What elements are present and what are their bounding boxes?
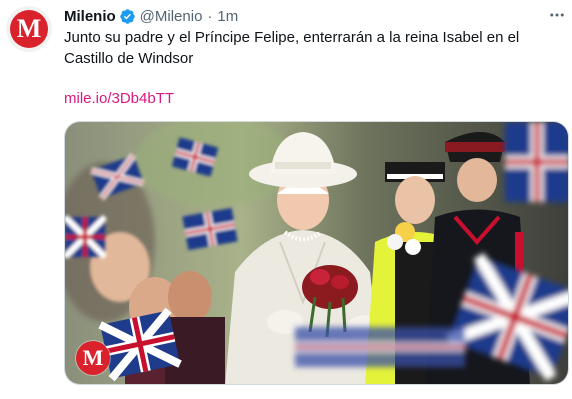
tweet-timestamp[interactable]: 1m — [217, 8, 238, 25]
avatar[interactable]: M — [6, 6, 52, 52]
more-options-button[interactable] — [546, 4, 568, 26]
tweet-link[interactable]: mile.io/3Db4bTT — [64, 88, 174, 109]
author-display-name[interactable]: Milenio — [64, 8, 116, 25]
tweet-text: Junto su padre y el Príncipe Felipe, ent… — [64, 29, 520, 67]
queen-photo — [65, 122, 568, 384]
tweet-media-image[interactable]: M — [64, 121, 569, 385]
milenio-logo-avatar: M — [10, 10, 48, 48]
tweet-card[interactable]: M Milenio @Milenio · 1m Junto su padre y… — [0, 0, 572, 399]
author-handle[interactable]: @Milenio — [140, 8, 203, 25]
milenio-watermark-logo: M — [76, 341, 110, 375]
more-dots-icon — [550, 13, 564, 17]
tweet-header: Milenio @Milenio · 1m — [64, 6, 238, 26]
separator-dot: · — [207, 7, 213, 25]
verified-badge-icon — [119, 8, 135, 24]
